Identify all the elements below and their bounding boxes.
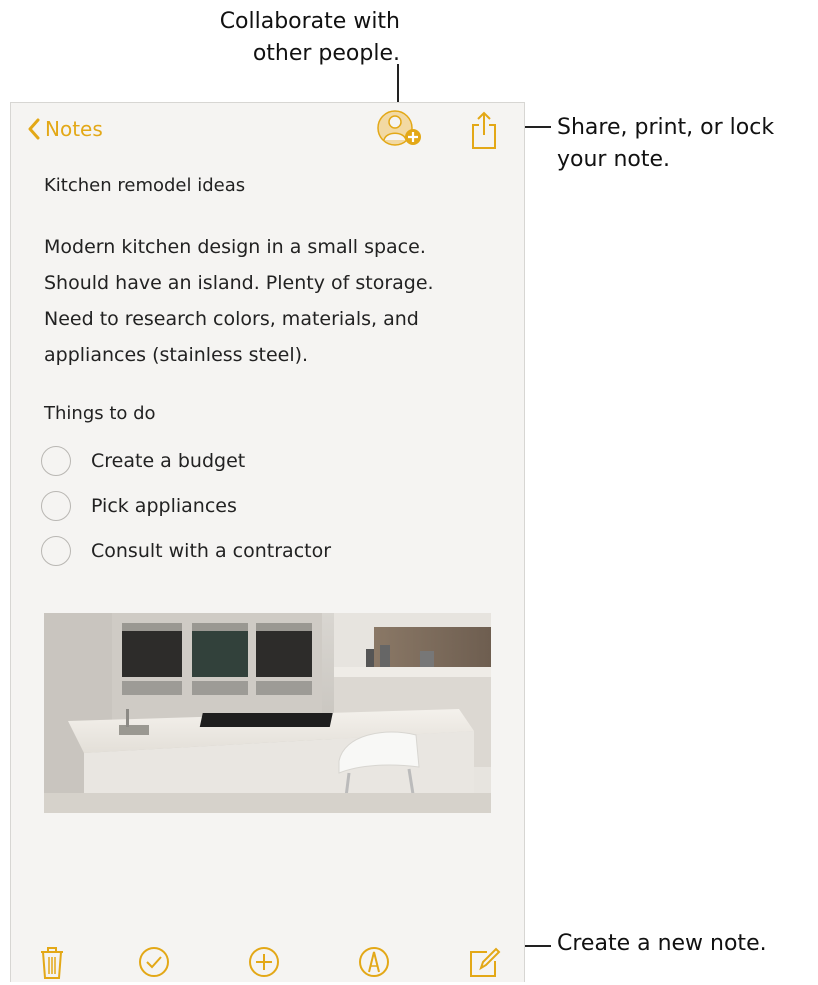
note-title[interactable]: Kitchen remodel ideas [44, 175, 245, 196]
add-button[interactable] [247, 943, 281, 981]
notes-screen: Notes Kitchen remodel ideas Modern kitch… [10, 102, 525, 982]
add-people-button[interactable] [375, 107, 427, 149]
compose-icon [470, 947, 501, 977]
trash-icon [41, 947, 63, 979]
note-body[interactable]: Modern kitchen design in a small space. … [44, 229, 514, 373]
add-people-icon [377, 110, 421, 146]
chevron-left-icon [28, 118, 40, 140]
share-button[interactable] [469, 111, 499, 151]
back-label: Notes [45, 117, 103, 141]
checklist-item: Consult with a contractor [41, 528, 331, 573]
new-note-callout: Create a new note. [557, 931, 767, 956]
checklist-item-label[interactable]: Pick appliances [91, 495, 237, 517]
delete-button[interactable] [35, 943, 69, 981]
markup-button[interactable] [357, 943, 391, 981]
checklist-icon [139, 947, 169, 977]
share-callout: Share, print, or lock your note. [557, 115, 775, 172]
add-icon [249, 947, 279, 977]
checklist-item-label[interactable]: Consult with a contractor [91, 540, 331, 562]
back-button[interactable]: Notes [27, 113, 103, 145]
share-icon [472, 111, 496, 149]
checklist-item-label[interactable]: Create a budget [91, 450, 245, 472]
kitchen-illustration [44, 613, 491, 813]
markup-icon [359, 947, 389, 977]
check-circle[interactable] [41, 535, 71, 566]
check-circle[interactable] [41, 445, 71, 476]
kitchen-photo[interactable] [44, 613, 491, 813]
checklist-item: Pick appliances [41, 483, 331, 528]
todo-heading[interactable]: Things to do [44, 403, 156, 424]
collaborate-callout: Collaborate with other people. [219, 9, 400, 66]
checklist-item: Create a budget [41, 438, 331, 483]
checklist-button[interactable] [137, 943, 171, 981]
check-circle[interactable] [41, 490, 71, 521]
checklist: Create a budget Pick appliances Consult … [41, 438, 331, 573]
compose-button[interactable] [467, 943, 501, 981]
